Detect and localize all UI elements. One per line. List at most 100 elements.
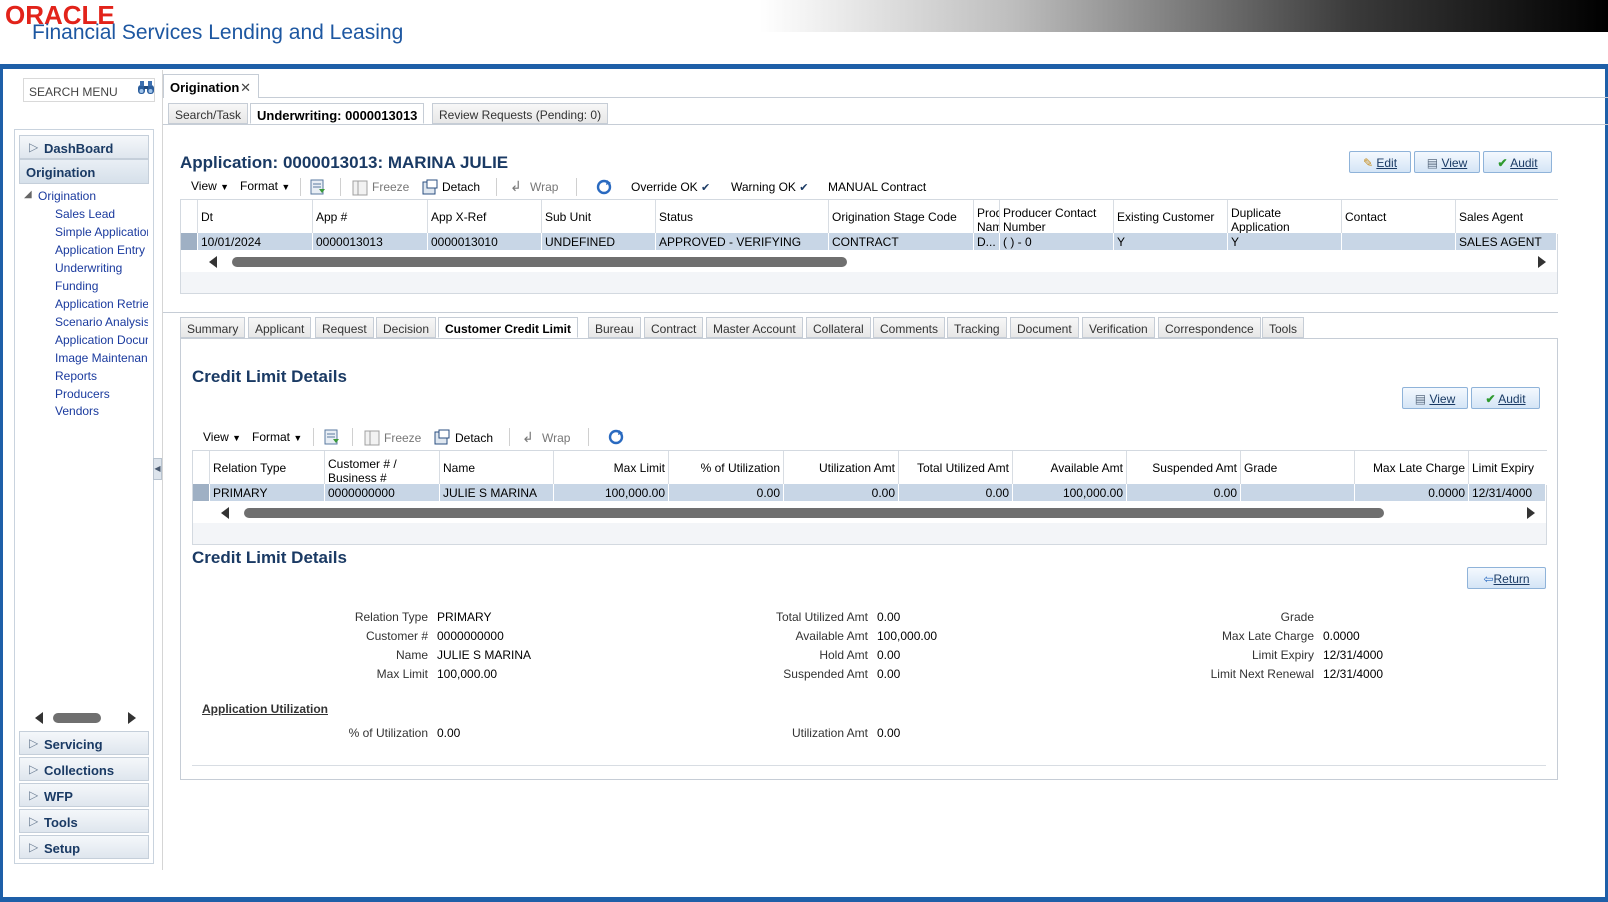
column-header[interactable]: Sales Agent xyxy=(1456,200,1558,234)
column-header[interactable]: Max Limit xyxy=(554,451,669,485)
sidebar-item-underwriting[interactable]: Underwriting xyxy=(55,261,148,275)
column-header[interactable]: Producer Contact Number xyxy=(1000,200,1114,234)
column-header[interactable]: % of Utilization xyxy=(669,451,784,485)
view-menu[interactable]: View ▼ xyxy=(191,179,229,193)
edit-button[interactable]: ✎ Edit xyxy=(1349,151,1411,173)
tab-applicant[interactable]: Applicant xyxy=(248,317,312,338)
tab-tracking[interactable]: Tracking xyxy=(947,317,1007,338)
column-header[interactable]: App X-Ref xyxy=(428,200,542,234)
grid-horizontal-scrollbar[interactable] xyxy=(209,255,1549,269)
return-button[interactable]: ⇦Return xyxy=(1467,567,1546,589)
column-header[interactable]: Sub Unit xyxy=(542,200,656,234)
wrap-button[interactable]: Wrap xyxy=(542,431,570,445)
column-header[interactable]: Status xyxy=(656,200,829,234)
scroll-thumb[interactable] xyxy=(53,713,101,723)
detach-button[interactable]: Detach xyxy=(455,431,493,445)
tab-summary[interactable]: Summary xyxy=(180,317,246,338)
sidebar-tools[interactable]: ▷ Tools xyxy=(19,809,149,833)
scroll-right-icon[interactable] xyxy=(128,712,136,724)
detach-icon[interactable] xyxy=(422,179,438,195)
view-button[interactable]: ▤ View xyxy=(1414,151,1480,173)
column-header[interactable]: Relation Type xyxy=(210,451,325,485)
credit-view-menu[interactable]: View ▼ xyxy=(203,430,241,444)
row-selector[interactable] xyxy=(181,233,198,250)
column-header[interactable]: Max Late Charge xyxy=(1355,451,1469,485)
credit-format-menu[interactable]: Format ▼ xyxy=(252,430,302,444)
sidebar-item-image-maintenance[interactable]: Image Maintenance xyxy=(55,351,148,365)
column-header[interactable]: Customer # / Business # xyxy=(325,451,440,485)
column-header[interactable]: Grade xyxy=(1241,451,1355,485)
sidebar-item-funding[interactable]: Funding xyxy=(55,279,148,293)
tab-customer-credit-limit[interactable]: Customer Credit Limit xyxy=(438,317,579,338)
freeze-button[interactable]: Freeze xyxy=(372,180,409,194)
tab-decision[interactable]: Decision xyxy=(376,317,437,338)
scroll-thumb[interactable] xyxy=(232,257,847,267)
tab-tools[interactable]: Tools xyxy=(1262,317,1305,338)
column-header[interactable]: Contact xyxy=(1342,200,1456,234)
sidebar-item-sales-lead[interactable]: Sales Lead xyxy=(55,207,148,221)
row-selector[interactable] xyxy=(193,484,210,501)
scroll-right-icon[interactable] xyxy=(1527,507,1535,519)
tab-bureau[interactable]: Bureau xyxy=(588,317,641,338)
scroll-thumb[interactable] xyxy=(244,508,1384,518)
freeze-button[interactable]: Freeze xyxy=(384,431,421,445)
column-header[interactable]: Utilization Amt xyxy=(784,451,899,485)
collapse-sidebar-icon[interactable]: ◀ xyxy=(153,458,162,480)
column-header[interactable]: Available Amt xyxy=(1013,451,1127,485)
column-header[interactable]: App # xyxy=(313,200,428,234)
export-icon[interactable] xyxy=(310,179,326,195)
tab-contract[interactable]: Contract xyxy=(644,317,704,338)
sidebar-item-reports[interactable]: Reports xyxy=(55,369,148,383)
credit-view-button[interactable]: ▤ View xyxy=(1402,387,1468,409)
scroll-left-icon[interactable] xyxy=(209,256,217,268)
column-header[interactable]: Existing Customer xyxy=(1114,200,1228,234)
sidebar-item-simple-application[interactable]: Simple Application xyxy=(55,225,148,239)
tab-master-account[interactable]: Master Account xyxy=(706,317,803,338)
tab-origination[interactable]: Origination ✕ xyxy=(163,74,259,98)
tab-comments[interactable]: Comments xyxy=(873,317,946,338)
sidebar-item-application-retrieval[interactable]: Application Retrieval xyxy=(55,297,148,311)
credit-audit-button[interactable]: ✔ Audit xyxy=(1471,387,1540,409)
subtab-review-requests[interactable]: Review Requests (Pending: 0) xyxy=(432,103,609,124)
detach-icon[interactable] xyxy=(434,429,450,445)
tab-verification[interactable]: Verification xyxy=(1082,317,1155,338)
audit-button[interactable]: ✔ Audit xyxy=(1483,151,1552,173)
scroll-left-icon[interactable] xyxy=(35,712,43,724)
format-menu[interactable]: Format ▼ xyxy=(240,179,290,193)
sidebar-wfp[interactable]: ▷ WFP xyxy=(19,783,149,807)
column-header[interactable]: Duplicate Application xyxy=(1228,200,1342,234)
close-icon[interactable]: ✕ xyxy=(240,80,251,96)
wrap-button[interactable]: Wrap xyxy=(530,180,558,194)
sidebar-servicing[interactable]: ▷ Servicing xyxy=(19,731,149,755)
scroll-right-icon[interactable] xyxy=(1538,256,1546,268)
tree-origination[interactable]: Origination xyxy=(38,189,96,203)
column-header[interactable]: Limit Expiry xyxy=(1469,451,1547,485)
sidebar-item-application-entry[interactable]: Application Entry xyxy=(55,243,148,257)
sidebar-item-scenario-analysis[interactable]: Scenario Analysis xyxy=(55,315,148,329)
table-row[interactable]: 10/01/2024 0000013013 0000013010 UNDEFIN… xyxy=(181,233,1557,250)
sidebar-item-application-document[interactable]: Application Document xyxy=(55,333,148,347)
refresh-icon[interactable] xyxy=(596,179,612,195)
tree-collapse-icon[interactable]: ◢ xyxy=(24,189,32,200)
sidebar-dashboard[interactable]: ▷ DashBoard xyxy=(19,135,149,159)
grid-horizontal-scrollbar[interactable] xyxy=(221,506,1539,520)
scroll-left-icon[interactable] xyxy=(221,507,229,519)
column-header[interactable]: Suspended Amt xyxy=(1127,451,1241,485)
tab-collateral[interactable]: Collateral xyxy=(806,317,871,338)
refresh-icon[interactable] xyxy=(608,429,624,445)
column-header[interactable]: Prod Nam xyxy=(974,200,1000,234)
column-header[interactable]: Total Utilized Amt xyxy=(899,451,1013,485)
tab-request[interactable]: Request xyxy=(315,317,374,338)
sidebar-item-vendors[interactable]: Vendors xyxy=(55,404,148,418)
table-row[interactable]: PRIMARY 0000000000 JULIE S MARINA 100,00… xyxy=(193,484,1546,501)
detach-button[interactable]: Detach xyxy=(442,180,480,194)
sidebar-collections[interactable]: ▷ Collections xyxy=(19,757,149,781)
sidebar-setup[interactable]: ▷ Setup xyxy=(19,835,149,859)
search-menu-input[interactable]: SEARCH MENU xyxy=(23,78,155,102)
sidebar-origination-header[interactable]: Origination xyxy=(19,159,149,184)
sidebar-scrollbar[interactable] xyxy=(35,711,136,725)
tab-document[interactable]: Document xyxy=(1010,317,1079,338)
column-header[interactable]: Origination Stage Code xyxy=(829,200,974,234)
export-icon[interactable] xyxy=(324,429,340,445)
subtab-underwriting[interactable]: Underwriting: 0000013013 xyxy=(250,103,425,124)
